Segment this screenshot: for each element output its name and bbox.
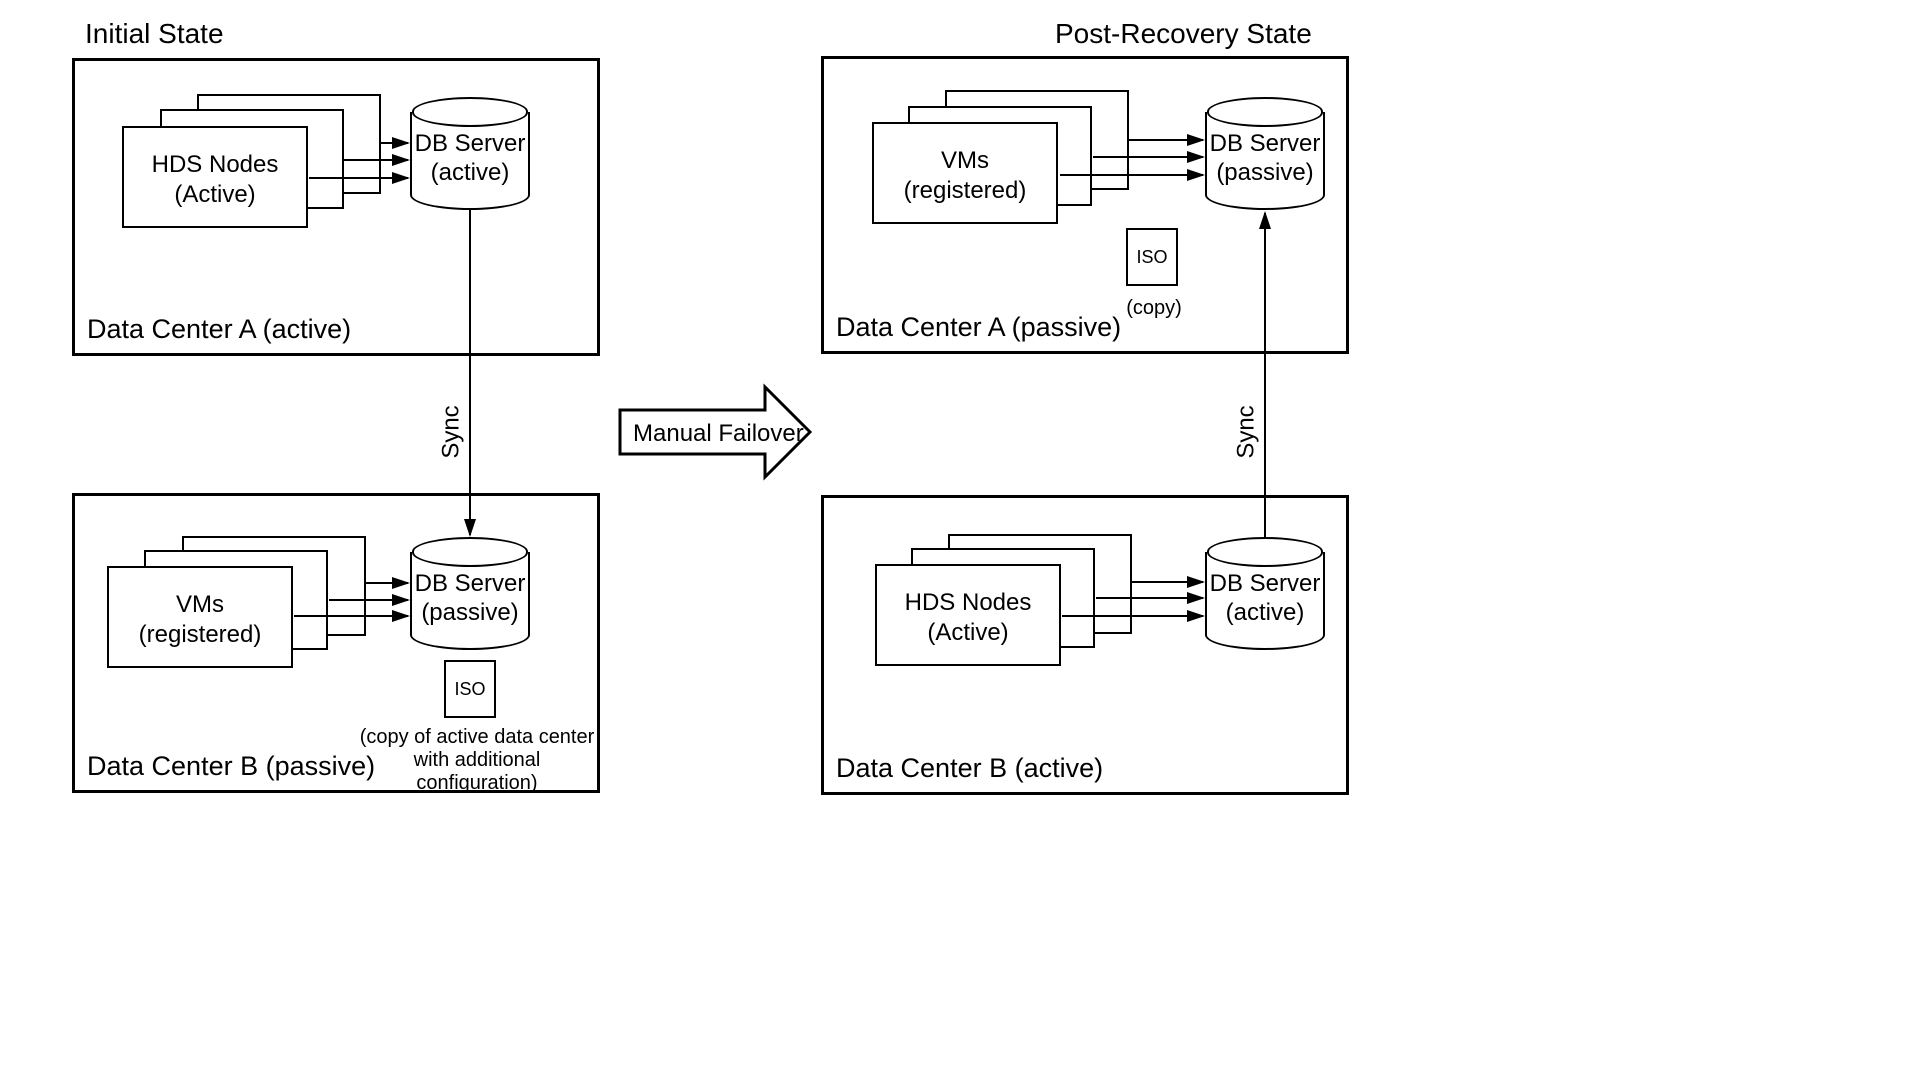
post-dcb-db-cylinder: DB Server(active) <box>1205 552 1325 650</box>
post-dca-iso-caption: (copy) <box>1120 297 1188 320</box>
initial-dcb-label: Data Center B (passive) <box>87 751 375 782</box>
initial-dcb-iso-caption: (copy of active data center with additio… <box>352 726 602 795</box>
title-initial-state: Initial State <box>85 18 224 50</box>
manual-failover-label: Manual Failover <box>633 420 804 448</box>
post-dca-db-cylinder: DB Server(passive) <box>1205 112 1325 210</box>
initial-dcb-iso-box: ISO <box>444 660 496 718</box>
initial-sync-label: Sync <box>438 405 466 458</box>
initial-dca-label: Data Center A (active) <box>87 314 351 345</box>
post-dca-node-card-front: VMs(registered) <box>872 122 1058 224</box>
initial-dca-nodes-text: HDS Nodes(Active) <box>124 150 306 210</box>
post-dcb-label: Data Center B (active) <box>836 753 1103 784</box>
initial-dca-db-text: DB Server(active) <box>410 130 530 188</box>
post-dca-nodes-text: VMs(registered) <box>874 146 1056 206</box>
initial-dcb-iso-text: ISO <box>454 679 485 700</box>
post-dcb-db-text: DB Server(active) <box>1205 570 1325 628</box>
initial-dcb-db-text: DB Server(passive) <box>410 570 530 628</box>
post-dca-label: Data Center A (passive) <box>836 312 1121 343</box>
title-post-recovery-state: Post-Recovery State <box>1055 18 1312 50</box>
post-dca-iso-box: ISO <box>1126 228 1178 286</box>
post-sync-label: Sync <box>1233 405 1261 458</box>
initial-dcb-db-cylinder: DB Server(passive) <box>410 552 530 650</box>
post-dcb-nodes-text: HDS Nodes(Active) <box>877 588 1059 648</box>
post-dca-db-text: DB Server(passive) <box>1205 130 1325 188</box>
post-dca-iso-text: ISO <box>1136 247 1167 268</box>
initial-dcb-node-card-front: VMs(registered) <box>107 566 293 668</box>
initial-dcb-nodes-text: VMs(registered) <box>109 590 291 650</box>
initial-dca-node-card-front: HDS Nodes(Active) <box>122 126 308 228</box>
initial-dca-db-cylinder: DB Server(active) <box>410 112 530 210</box>
post-dcb-node-card-front: HDS Nodes(Active) <box>875 564 1061 666</box>
